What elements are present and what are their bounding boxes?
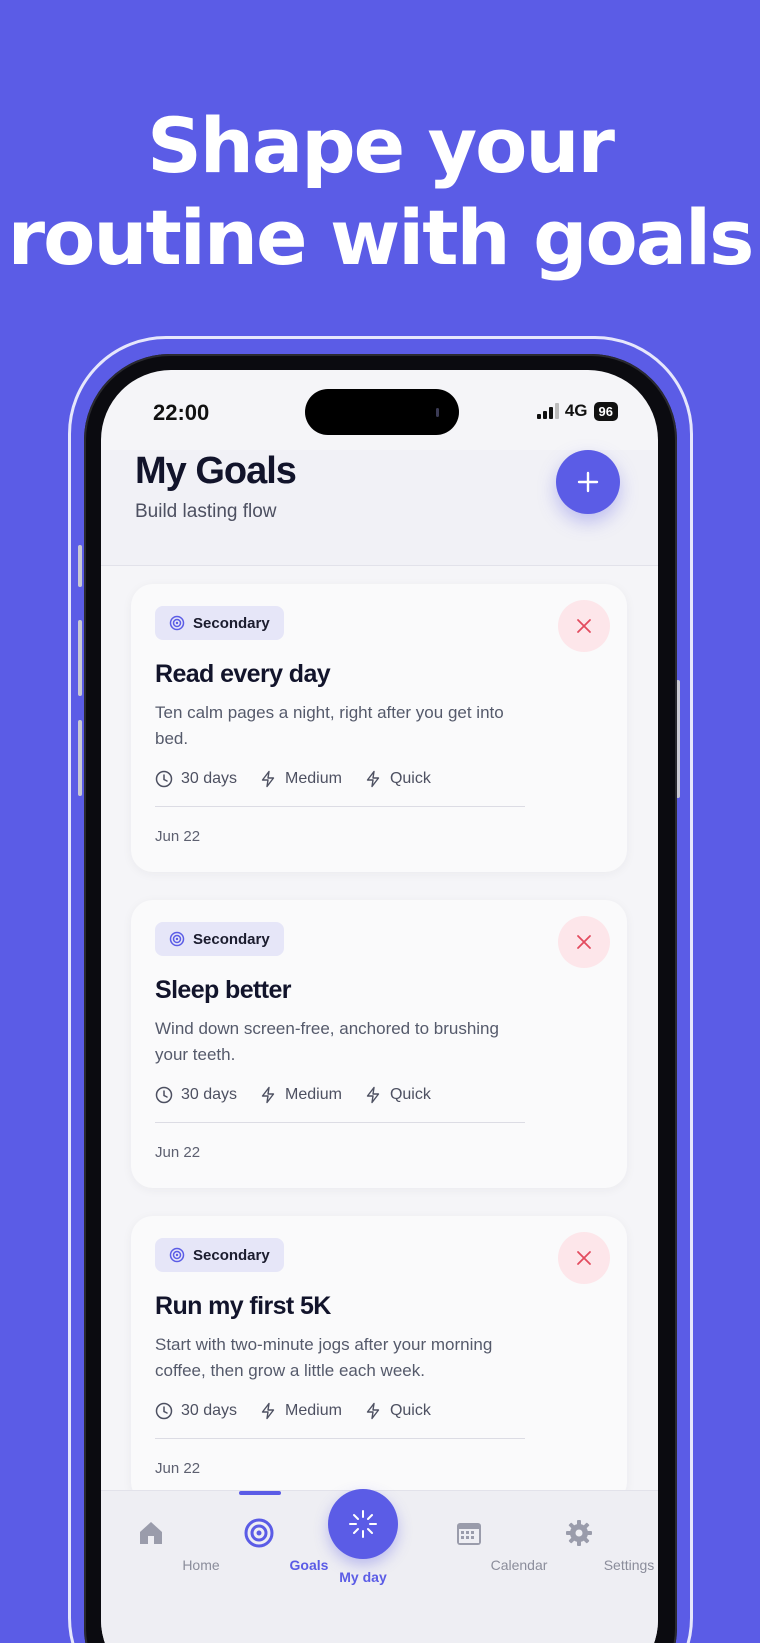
card-divider [155,1122,525,1123]
goal-title: Sleep better [155,976,292,1004]
phone-volume-down-button [78,720,82,796]
goal-card[interactable]: Secondary Run my first 5K Start with two… [131,1216,627,1504]
goal-duration-label: 30 days [181,1402,238,1419]
goal-tag-label: Secondary [193,614,270,632]
remove-goal-button[interactable] [558,916,610,968]
bolt-icon [261,770,275,788]
goal-difficulty-label: Medium [285,770,342,787]
nav-calendar-label: Calendar [490,1557,548,1573]
calendar-icon [453,1517,485,1549]
goal-tag-label: Secondary [193,930,270,948]
nav-home-label: Home [182,1557,220,1573]
goal-date: Jun 22 [155,828,201,845]
dynamic-island [305,389,459,435]
goal-meta: 30 days Medium Quick [155,1086,431,1104]
remove-goal-button[interactable] [558,1232,610,1284]
phone-volume-up-button [78,620,82,696]
page-subtitle: Build lasting flow [135,501,277,522]
goal-difficulty: Medium [259,1086,342,1104]
page-title: My Goals [135,450,297,492]
headline: Shape your routine with goals [0,100,760,284]
goal-list: Secondary Read every day Ten calm pages … [101,566,658,1643]
goal-title: Run my first 5K [155,1292,331,1320]
goal-meta: 30 days Medium Quick [155,770,431,788]
gear-icon [563,1517,595,1549]
goal-description: Wind down screen-free, anchored to brush… [155,1019,499,1064]
phone-side-button [78,545,82,587]
nav-settings-label: Settings [603,1557,655,1573]
goal-duration: 30 days [155,1402,237,1420]
my-day-button[interactable] [328,1489,398,1559]
headline-line-1: Shape your [147,101,615,190]
app-header: My Goals Build lasting flow [101,450,658,566]
bolt-icon [261,1402,275,1420]
target-icon [169,931,185,947]
battery-icon: 96 [593,401,618,421]
headline-line-2: routine with goals [7,193,755,282]
goal-duration: 30 days [155,1086,237,1104]
close-icon [577,619,591,633]
bolt-icon [366,1086,380,1104]
clock-icon [155,1402,173,1420]
goal-effort-label: Quick [389,1402,431,1419]
goal-date: Jun 22 [155,1144,201,1161]
sparkle-icon [349,1510,377,1538]
active-tab-indicator [239,1491,281,1495]
goal-tag: Secondary [155,1238,284,1272]
target-icon [169,1247,185,1263]
nav-my-day-label: My day [339,1569,387,1585]
goal-duration-label: 30 days [181,770,238,787]
goal-effort: Quick [364,1402,431,1420]
status-indicators: 4G 96 [536,401,618,421]
card-divider [155,806,525,807]
signal-icon [536,403,559,419]
home-icon [135,1517,167,1549]
goal-title: Read every day [155,660,331,688]
card-divider [155,1438,525,1439]
target-icon [169,615,185,631]
bolt-icon [366,770,380,788]
goal-tag-label: Secondary [193,1246,270,1264]
goal-description: Ten calm pages a night, right after you … [155,703,504,748]
goal-card[interactable]: Secondary Read every day Ten calm pages … [131,584,627,872]
goal-difficulty: Medium [259,770,342,788]
goal-tag: Secondary [155,922,284,956]
goal-card[interactable]: Secondary Sleep better Wind down screen-… [131,900,627,1188]
clock-icon [155,770,173,788]
goal-difficulty-label: Medium [285,1402,342,1419]
goal-date: Jun 22 [155,1460,201,1477]
bottom-nav: Home Goals My day Calendar Settings [101,1489,658,1643]
target-icon [243,1517,275,1549]
plus-icon [577,471,599,493]
goal-effort: Quick [364,770,431,788]
phone-screen: 22:00 4G 96 My Goals Build lasting flow … [101,370,658,1643]
goal-difficulty: Medium [259,1402,342,1420]
remove-goal-button[interactable] [558,600,610,652]
camera-dot [436,408,439,417]
goal-duration-label: 30 days [181,1086,238,1103]
goal-effort-label: Quick [389,1086,431,1103]
bolt-icon [366,1402,380,1420]
network-type: 4G [564,401,588,420]
clock-icon [155,1086,173,1104]
bolt-icon [261,1086,275,1104]
goal-duration: 30 days [155,770,237,788]
goal-meta: 30 days Medium Quick [155,1402,431,1420]
close-icon [577,935,591,949]
goal-tag: Secondary [155,606,284,640]
add-goal-button[interactable] [556,450,620,514]
status-bar: 22:00 4G 96 [101,370,658,450]
status-time: 22:00 [153,400,210,425]
close-icon [577,1251,591,1265]
goal-difficulty-label: Medium [285,1086,342,1103]
goal-effort: Quick [364,1086,431,1104]
goal-effort-label: Quick [389,770,431,787]
goal-description: Start with two-minute jogs after your mo… [155,1335,493,1380]
